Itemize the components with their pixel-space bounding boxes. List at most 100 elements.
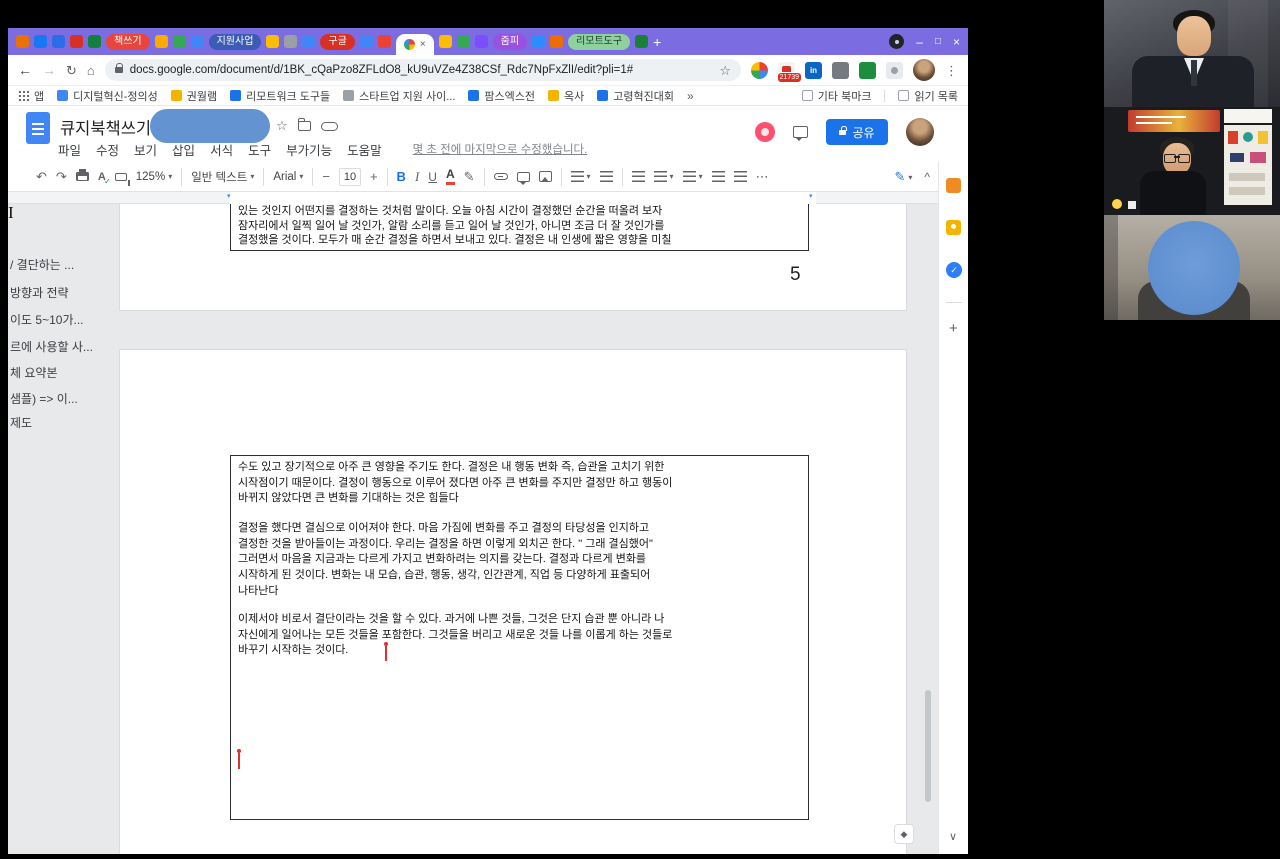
active-tab[interactable]: × <box>395 34 434 55</box>
bookmark-item[interactable]: 디지털혁신-정의성 <box>57 88 158 104</box>
extension-icon[interactable] <box>751 61 768 79</box>
comment-history-icon[interactable] <box>793 126 808 141</box>
apps-shortcut[interactable]: 앱 <box>18 88 44 104</box>
font-size-input[interactable]: 10 <box>338 167 361 186</box>
hide-menus-icon[interactable]: ^ <box>924 171 930 183</box>
close-tab-icon[interactable]: × <box>420 39 426 50</box>
grouped-tab[interactable] <box>456 35 470 48</box>
home-button[interactable]: ⌂ <box>87 64 95 77</box>
grouped-tab[interactable] <box>266 35 280 48</box>
grouped-tab[interactable] <box>154 35 168 48</box>
explore-button[interactable]: ◆ <box>894 824 914 844</box>
bookmark-item[interactable]: 권월램 <box>170 88 217 104</box>
extensions-puzzle-icon[interactable] <box>886 61 903 79</box>
menu-insert[interactable]: 삽입 <box>172 140 195 159</box>
underline-button[interactable]: U <box>428 170 437 184</box>
outline-item[interactable]: 이도 5~10가... <box>10 311 116 328</box>
add-comment-icon[interactable] <box>516 171 530 185</box>
bookmark-item[interactable]: 스타트업 지원 사이... <box>343 88 455 104</box>
grouped-tab[interactable] <box>377 35 391 48</box>
grouped-tab[interactable] <box>550 35 564 48</box>
grouped-tab[interactable] <box>190 35 204 48</box>
bookmark-item[interactable]: 팜스엑스전 <box>468 88 535 104</box>
calendar-icon[interactable] <box>946 178 961 193</box>
outline-item[interactable]: 방향과 전략 <box>10 284 116 301</box>
document-page[interactable]: 수도 있고 장기적으로 아주 큰 영향을 주기도 한다. 결정은 내 행동 변화… <box>120 350 906 854</box>
move-folder-icon[interactable] <box>298 118 311 131</box>
tab-search-icon[interactable] <box>889 34 905 49</box>
menu-tools[interactable]: 도구 <box>248 140 271 159</box>
undo-button[interactable]: ↶ <box>36 170 47 183</box>
print-icon[interactable] <box>75 169 89 181</box>
pinned-tab[interactable] <box>70 35 83 48</box>
pinned-tab[interactable] <box>88 35 101 48</box>
document-page[interactable]: 있는 것인지 어떤지를 결정하는 것처럼 말이다. 오늘 아침 시간이 결정했던… <box>120 204 906 310</box>
align-select[interactable]: ▾ <box>570 171 591 182</box>
menu-file[interactable]: 파일 <box>58 140 81 159</box>
bookmark-item[interactable]: 리모트워크 도구들 <box>230 88 330 104</box>
docs-logo[interactable] <box>26 112 50 144</box>
editing-mode-select[interactable]: ✎ ▾ <box>894 169 912 185</box>
paint-format-icon[interactable] <box>114 172 130 186</box>
extension-icon[interactable]: in <box>805 61 822 79</box>
pinned-tab[interactable] <box>52 35 65 48</box>
left-indent-marker[interactable]: ▾ <box>227 193 231 200</box>
vertical-scrollbar[interactable] <box>925 690 931 802</box>
highlight-button[interactable]: ✎ <box>464 170 475 183</box>
insert-image-icon[interactable] <box>538 171 552 182</box>
italic-button[interactable]: I <box>415 169 419 185</box>
webcam-video-2[interactable] <box>1104 107 1280 215</box>
menu-addons[interactable]: 부가기능 <box>286 140 332 159</box>
outline-item[interactable]: / 결단하는 ... <box>10 256 116 273</box>
browser-menu-kebab-icon[interactable]: ⋮ <box>945 64 958 77</box>
grouped-tab[interactable] <box>172 35 186 48</box>
outline-item[interactable]: 르에 사용할 사... <box>10 338 116 355</box>
grouped-tab[interactable] <box>302 35 316 48</box>
extension-icon[interactable] <box>832 61 849 79</box>
grouped-tab[interactable] <box>532 35 546 48</box>
outdent-icon[interactable] <box>711 171 725 182</box>
webcam-video-3[interactable] <box>1104 215 1280 320</box>
profile-avatar[interactable] <box>913 59 935 81</box>
tab-group-label[interactable]: 줌피 <box>492 33 528 50</box>
extension-icon[interactable] <box>859 61 876 79</box>
bookmark-item[interactable]: 고령혁진대회 <box>597 88 674 104</box>
font-select[interactable]: Arial ▾ <box>273 171 303 183</box>
spellcheck-icon[interactable]: A <box>98 171 111 186</box>
tab-group-label[interactable]: 구글 <box>320 33 355 50</box>
grouped-tab[interactable] <box>474 35 488 48</box>
keep-icon[interactable] <box>946 220 961 235</box>
get-addons-icon[interactable]: + <box>949 320 958 337</box>
redo-button[interactable]: ↷ <box>56 170 67 183</box>
increase-font-button[interactable]: + <box>370 170 378 183</box>
menu-format[interactable]: 서식 <box>210 140 233 159</box>
grouped-tab[interactable] <box>635 35 649 48</box>
extension-icon[interactable]: 21739 <box>776 61 802 83</box>
webcam-video-1[interactable] <box>1104 0 1280 107</box>
back-button[interactable]: ← <box>18 63 32 77</box>
window-close-button[interactable]: × <box>953 36 960 48</box>
window-minimize-button[interactable]: – <box>916 36 923 48</box>
styles-select[interactable]: 일반 텍스트 ▾ <box>191 169 254 185</box>
reading-list[interactable]: 읽기 목록 <box>898 88 958 104</box>
menu-help[interactable]: 도움말 <box>347 140 382 159</box>
text-color-button[interactable]: A <box>445 168 455 185</box>
more-tools-icon[interactable]: ⋯ <box>756 170 769 183</box>
outline-item[interactable]: 제도 <box>10 414 116 431</box>
forward-button[interactable]: → <box>42 63 56 77</box>
tab-group-label[interactable]: 지원사업 <box>208 33 262 50</box>
menu-edit[interactable]: 수정 <box>96 140 119 159</box>
grouped-tab[interactable] <box>284 35 298 48</box>
decrease-font-button[interactable]: − <box>322 170 330 183</box>
pinned-tab[interactable] <box>16 35 29 48</box>
address-bar[interactable]: docs.google.com/document/d/1BK_cQaPzo8ZF… <box>104 59 741 81</box>
outline-item[interactable]: 샘플) => 이... <box>10 390 116 407</box>
right-indent-marker[interactable]: ▾ <box>809 193 813 200</box>
share-button[interactable]: 공유 <box>826 119 888 145</box>
grouped-tab[interactable] <box>438 35 452 48</box>
bookmarks-overflow-icon[interactable]: » <box>687 89 694 103</box>
star-document-icon[interactable]: ☆ <box>276 118 288 134</box>
insert-link-icon[interactable] <box>493 173 508 180</box>
other-bookmarks[interactable]: 기타 북마크 <box>801 88 871 104</box>
bookmark-item[interactable]: 옥사 <box>548 88 584 104</box>
